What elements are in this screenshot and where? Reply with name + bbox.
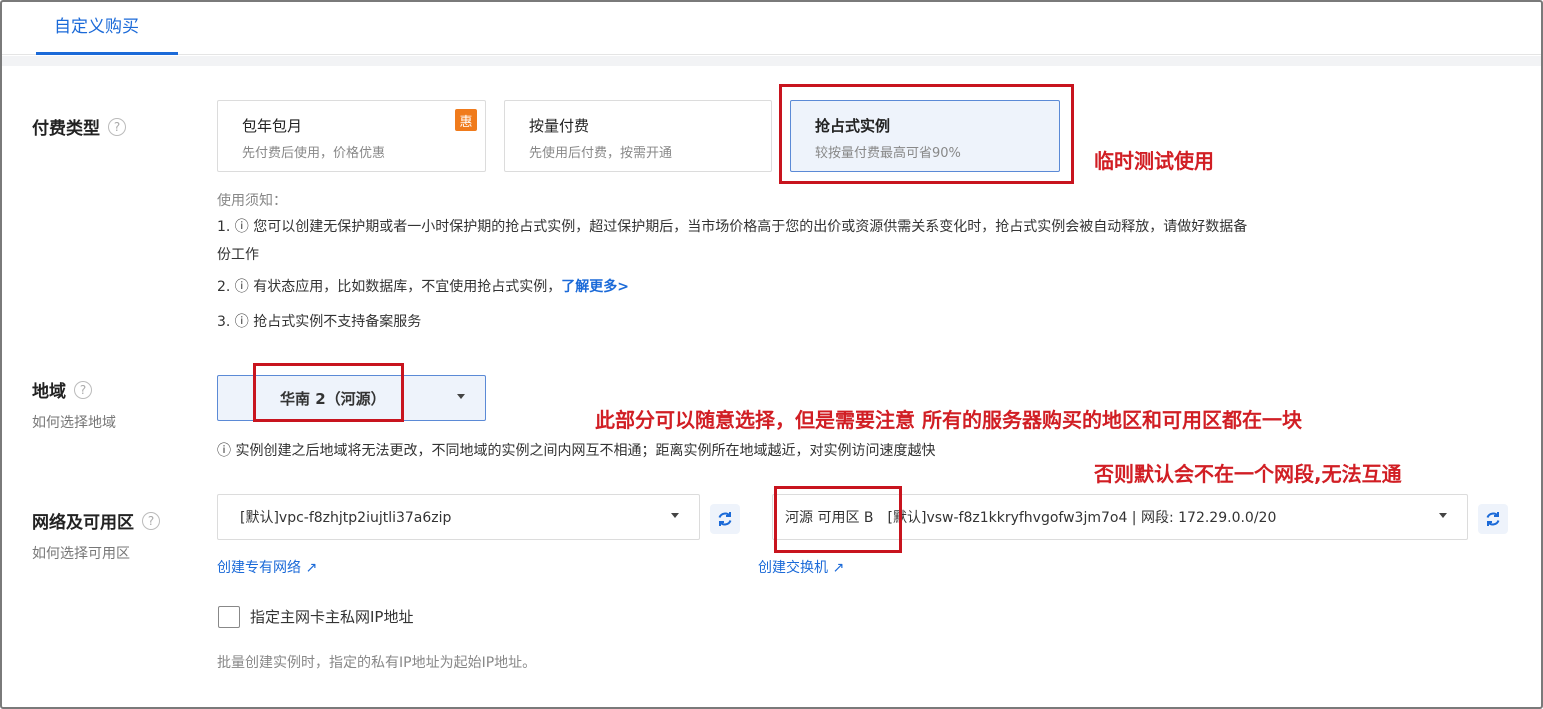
option-title: 包年包月 bbox=[242, 117, 303, 135]
region-help-link[interactable]: 如何选择地域 bbox=[32, 412, 116, 432]
region-label: 地域 ? bbox=[32, 377, 92, 402]
billing-option-pay-as-you-go[interactable]: 按量付费 先使用后付费，按需开通 bbox=[504, 100, 772, 172]
chevron-down-icon bbox=[1439, 513, 1447, 518]
notice-title: 使用须知： bbox=[217, 193, 287, 209]
annotation-box-region bbox=[253, 363, 404, 422]
notice-item-1: 1. ⓘ 您可以创建无保护期或者一小时保护期的抢占式实例，超过保护期后，当市场价… bbox=[217, 219, 1248, 235]
vpc-selected-value: [默认]vpc-f8zhjtp2iujtli37a6zip bbox=[240, 510, 452, 526]
create-vswitch-label: 创建交换机 bbox=[758, 560, 828, 576]
tab-custom-purchase[interactable]: 自定义购买 bbox=[54, 12, 139, 37]
help-icon[interactable]: ? bbox=[108, 117, 126, 136]
create-vpc-link[interactable]: 创建专有网络 ↗ bbox=[217, 557, 317, 577]
help-icon[interactable]: ? bbox=[74, 380, 92, 399]
region-note: ⓘ 实例创建之后地域将无法更改，不同地域的实例之间内网互不相通；距离实例所在地域… bbox=[217, 443, 936, 459]
annotation-region-note: 此部分可以随意选择，但是需要注意 所有的服务器购买的地区和可用区都在一块 bbox=[595, 408, 1302, 432]
annotation-box-zone bbox=[774, 486, 902, 553]
region-label-text: 地域 bbox=[32, 382, 66, 402]
section-separator bbox=[2, 56, 1541, 66]
private-ip-checkbox-label: 指定主网卡主私网IP地址 bbox=[250, 608, 414, 626]
annotation-temp-test: 临时测试使用 bbox=[1094, 149, 1214, 173]
notice-item-3: 3. ⓘ 抢占式实例不支持备案服务 bbox=[217, 314, 422, 330]
zone-help-link[interactable]: 如何选择可用区 bbox=[32, 543, 130, 563]
network-label: 网络及可用区 ? bbox=[32, 508, 160, 533]
refresh-icon[interactable] bbox=[1478, 504, 1508, 534]
notice-item-2: 2. ⓘ 有状态应用，比如数据库，不宜使用抢占式实例，了解更多> bbox=[217, 276, 629, 298]
external-link-icon: ↗ bbox=[832, 560, 845, 576]
create-vswitch-link[interactable]: 创建交换机 ↗ bbox=[758, 557, 844, 577]
billing-type-label: 付费类型 ? bbox=[32, 114, 126, 139]
billing-type-label-text: 付费类型 bbox=[32, 119, 100, 139]
refresh-icon[interactable] bbox=[710, 504, 740, 534]
help-icon[interactable]: ? bbox=[142, 511, 160, 530]
private-ip-checkbox[interactable] bbox=[218, 606, 240, 628]
tab-bar: 自定义购买 bbox=[2, 2, 1541, 55]
billing-option-subscription[interactable]: 包年包月 先付费后使用，价格优惠 惠 bbox=[217, 100, 486, 172]
annotation-box-spot bbox=[779, 84, 1074, 184]
external-link-icon: ↗ bbox=[305, 560, 318, 576]
private-ip-note: 批量创建实例时，指定的私有IP地址为起始IP地址。 bbox=[217, 655, 537, 671]
chevron-down-icon bbox=[457, 394, 465, 399]
network-label-text: 网络及可用区 bbox=[32, 513, 134, 533]
tab-active-indicator bbox=[36, 52, 178, 55]
learn-more-link[interactable]: 了解更多> bbox=[561, 279, 629, 295]
annotation-network-note: 否则默认会不在一个网段,无法互通 bbox=[1094, 462, 1402, 486]
create-vpc-label: 创建专有网络 bbox=[217, 560, 301, 576]
notice-item-2-text: 2. ⓘ 有状态应用，比如数据库，不宜使用抢占式实例， bbox=[217, 279, 562, 295]
chevron-down-icon bbox=[671, 513, 679, 518]
option-title: 按量付费 bbox=[529, 117, 590, 135]
option-desc: 先使用后付费，按需开通 bbox=[529, 146, 673, 161]
discount-badge: 惠 bbox=[455, 109, 477, 131]
vpc-select[interactable]: [默认]vpc-f8zhjtp2iujtli37a6zip bbox=[217, 494, 700, 540]
option-desc: 先付费后使用，价格优惠 bbox=[242, 146, 386, 161]
vswitch-selected-value: [默认]vsw-f8z1kkryfhvgofw3jm7o4 | 网段: 172.… bbox=[887, 510, 1277, 526]
notice-item-1-cont: 份工作 bbox=[217, 247, 259, 263]
